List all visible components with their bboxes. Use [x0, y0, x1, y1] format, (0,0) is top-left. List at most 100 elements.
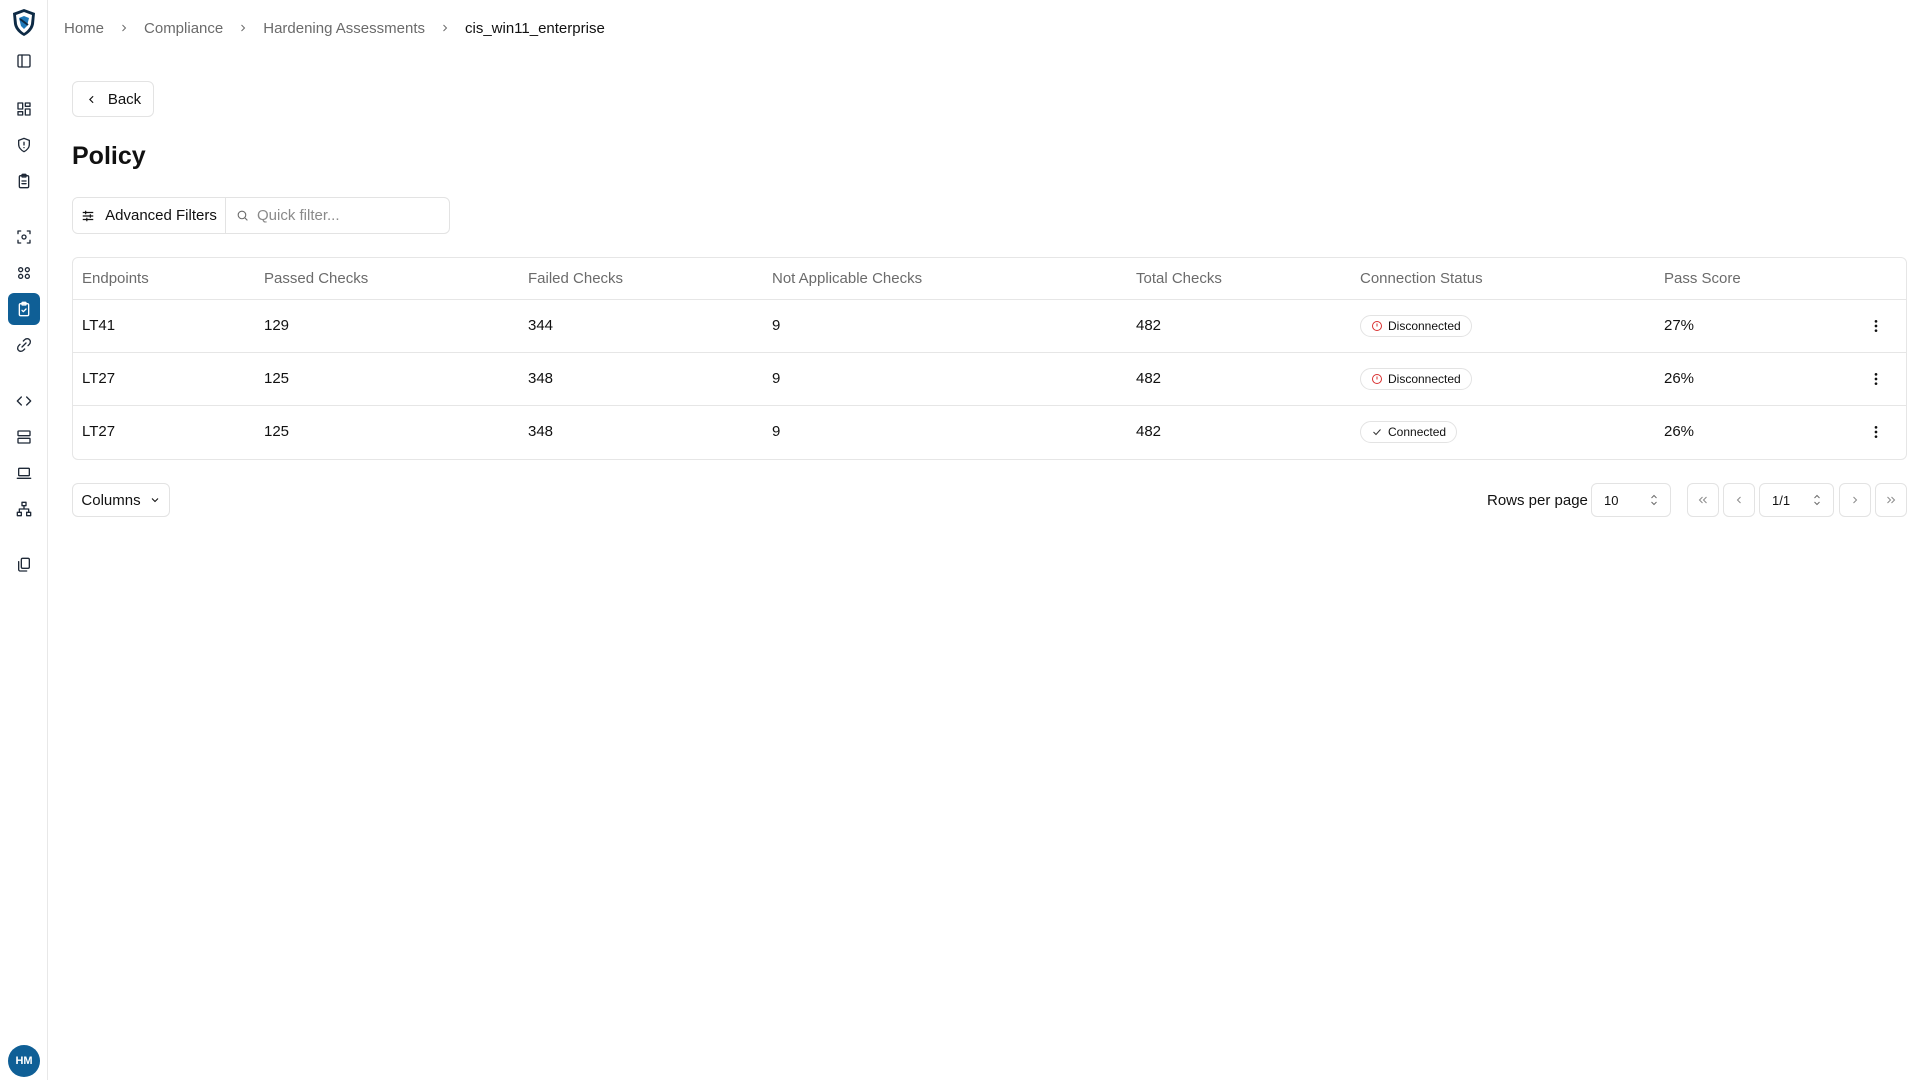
table-row[interactable]: LT27 125 348 9 482 Disconnected 26% — [73, 352, 1906, 406]
cell-failed: 344 — [519, 299, 763, 353]
user-avatar[interactable]: HM — [8, 1045, 40, 1077]
first-page-button[interactable] — [1687, 483, 1719, 517]
search-icon — [237, 210, 248, 221]
chevron-left-icon — [1736, 496, 1741, 504]
last-page-button[interactable] — [1875, 483, 1907, 517]
dashboard-icon[interactable] — [8, 93, 40, 125]
status-text: Connected — [1388, 424, 1447, 439]
chevrons-left-icon — [1698, 496, 1707, 504]
cell-passed: 125 — [255, 352, 519, 406]
rows-per-page-select[interactable]: 10 — [1591, 483, 1671, 517]
chevron-right-icon — [439, 22, 451, 34]
back-button-label: Back — [107, 90, 142, 108]
cell-not-applicable: 9 — [763, 352, 1127, 406]
page-value: 1/1 — [1772, 492, 1791, 508]
advanced-filters-label: Advanced Filters — [105, 207, 217, 224]
clipboard-icon[interactable] — [8, 165, 40, 197]
server-icon[interactable] — [8, 421, 40, 453]
row-actions-icon[interactable] — [1844, 371, 1906, 387]
cell-status: Disconnected — [1351, 352, 1655, 406]
quick-filter — [226, 198, 449, 233]
sliders-icon — [82, 210, 94, 221]
columns-button[interactable]: Columns — [72, 483, 170, 517]
table-header-row: Endpoints Passed Checks Failed Checks No… — [73, 258, 1906, 300]
scan-icon[interactable] — [8, 221, 40, 253]
status-text: Disconnected — [1388, 318, 1461, 333]
cell-actions — [1835, 299, 1906, 353]
table-row[interactable]: LT41 129 344 9 482 Disconnected 27% — [73, 299, 1906, 353]
filter-bar: Advanced Filters — [72, 197, 450, 234]
reports-icon[interactable] — [8, 549, 40, 581]
chevron-updown-icon — [1651, 494, 1657, 506]
columns-label: Columns — [81, 491, 141, 509]
compliance-icon[interactable] — [8, 293, 40, 325]
header-pass-score[interactable]: Pass Score — [1655, 258, 1835, 300]
next-page-button[interactable] — [1839, 483, 1871, 517]
alert-circle-icon — [1372, 373, 1382, 384]
header-total-checks[interactable]: Total Checks — [1127, 258, 1351, 300]
header-endpoints[interactable]: Endpoints — [73, 258, 255, 300]
cell-status: Connected — [1351, 405, 1655, 458]
breadcrumb-compliance[interactable]: Compliance — [144, 20, 223, 37]
sidebar: HM — [0, 0, 48, 1080]
page-title: Policy — [72, 142, 146, 170]
header-failed-checks[interactable]: Failed Checks — [519, 258, 763, 300]
policy-table: Endpoints Passed Checks Failed Checks No… — [72, 257, 1907, 460]
header-passed-checks[interactable]: Passed Checks — [255, 258, 519, 300]
breadcrumb-hardening-assessments[interactable]: Hardening Assessments — [263, 20, 425, 37]
cell-actions — [1835, 405, 1906, 458]
integrations-icon[interactable] — [8, 329, 40, 361]
cell-endpoint: LT41 — [73, 299, 255, 353]
back-button[interactable]: Back — [72, 81, 154, 117]
chevron-left-icon — [88, 95, 94, 103]
chevron-right-icon — [118, 22, 130, 34]
cell-failed: 348 — [528, 423, 554, 441]
status-text: Disconnected — [1388, 371, 1461, 386]
breadcrumb-current: cis_win11_enterprise — [464, 19, 605, 37]
chevrons-right-icon — [1887, 496, 1896, 504]
check-icon — [1373, 428, 1381, 435]
cell-failed: 348 — [519, 352, 763, 406]
row-actions-icon[interactable] — [1844, 424, 1906, 440]
quick-filter-input[interactable] — [257, 207, 447, 224]
cell-actions — [1835, 352, 1906, 406]
chevron-right-icon — [237, 22, 249, 34]
cell-passed: 125 — [264, 423, 290, 441]
cell-status: Disconnected — [1351, 299, 1655, 353]
breadcrumb-home[interactable]: Home — [64, 20, 104, 37]
status-badge: Disconnected — [1360, 367, 1472, 390]
cell-score: 26% — [1655, 352, 1835, 406]
code-icon[interactable] — [8, 385, 40, 417]
cell-endpoint: LT27 — [73, 352, 255, 406]
chevron-updown-icon — [1814, 494, 1820, 506]
row-actions-icon[interactable] — [1844, 318, 1906, 334]
alert-circle-icon — [1372, 320, 1382, 331]
header-connection-status[interactable]: Connection Status — [1351, 258, 1655, 300]
network-icon[interactable] — [8, 493, 40, 525]
shield-logo-icon — [13, 9, 35, 36]
cell-score: 27% — [1655, 299, 1835, 353]
cell-passed: 129 — [255, 299, 519, 353]
cell-score: 26% — [1664, 423, 1695, 441]
cell-total: 482 — [1127, 299, 1351, 353]
cell-not-applicable: 9 — [763, 299, 1127, 353]
status-badge: Connected — [1360, 420, 1458, 443]
header-not-applicable-checks[interactable]: Not Applicable Checks — [763, 258, 1127, 300]
rows-per-page-value: 10 — [1604, 492, 1619, 508]
advanced-filters-button[interactable]: Advanced Filters — [73, 198, 226, 233]
laptop-icon[interactable] — [8, 457, 40, 489]
shield-icon[interactable] — [8, 129, 40, 161]
previous-page-button[interactable] — [1723, 483, 1755, 517]
header-actions — [1835, 258, 1906, 300]
cell-total: 482 — [1127, 352, 1351, 406]
assets-icon[interactable] — [8, 257, 40, 289]
table-row[interactable]: LT27 125 348 9 482 Connected 26% — [73, 405, 1906, 458]
page-select[interactable]: 1/1 — [1759, 483, 1834, 517]
logo[interactable] — [8, 6, 40, 38]
rows-per-page-label: Rows per page — [1487, 492, 1588, 509]
cell-not-applicable: 9 — [772, 423, 781, 441]
breadcrumb: Home Compliance Hardening Assessments ci… — [64, 18, 605, 38]
panel-toggle-icon[interactable] — [8, 45, 40, 77]
chevron-down-icon — [151, 498, 158, 503]
cell-endpoint: LT27 — [82, 423, 116, 441]
